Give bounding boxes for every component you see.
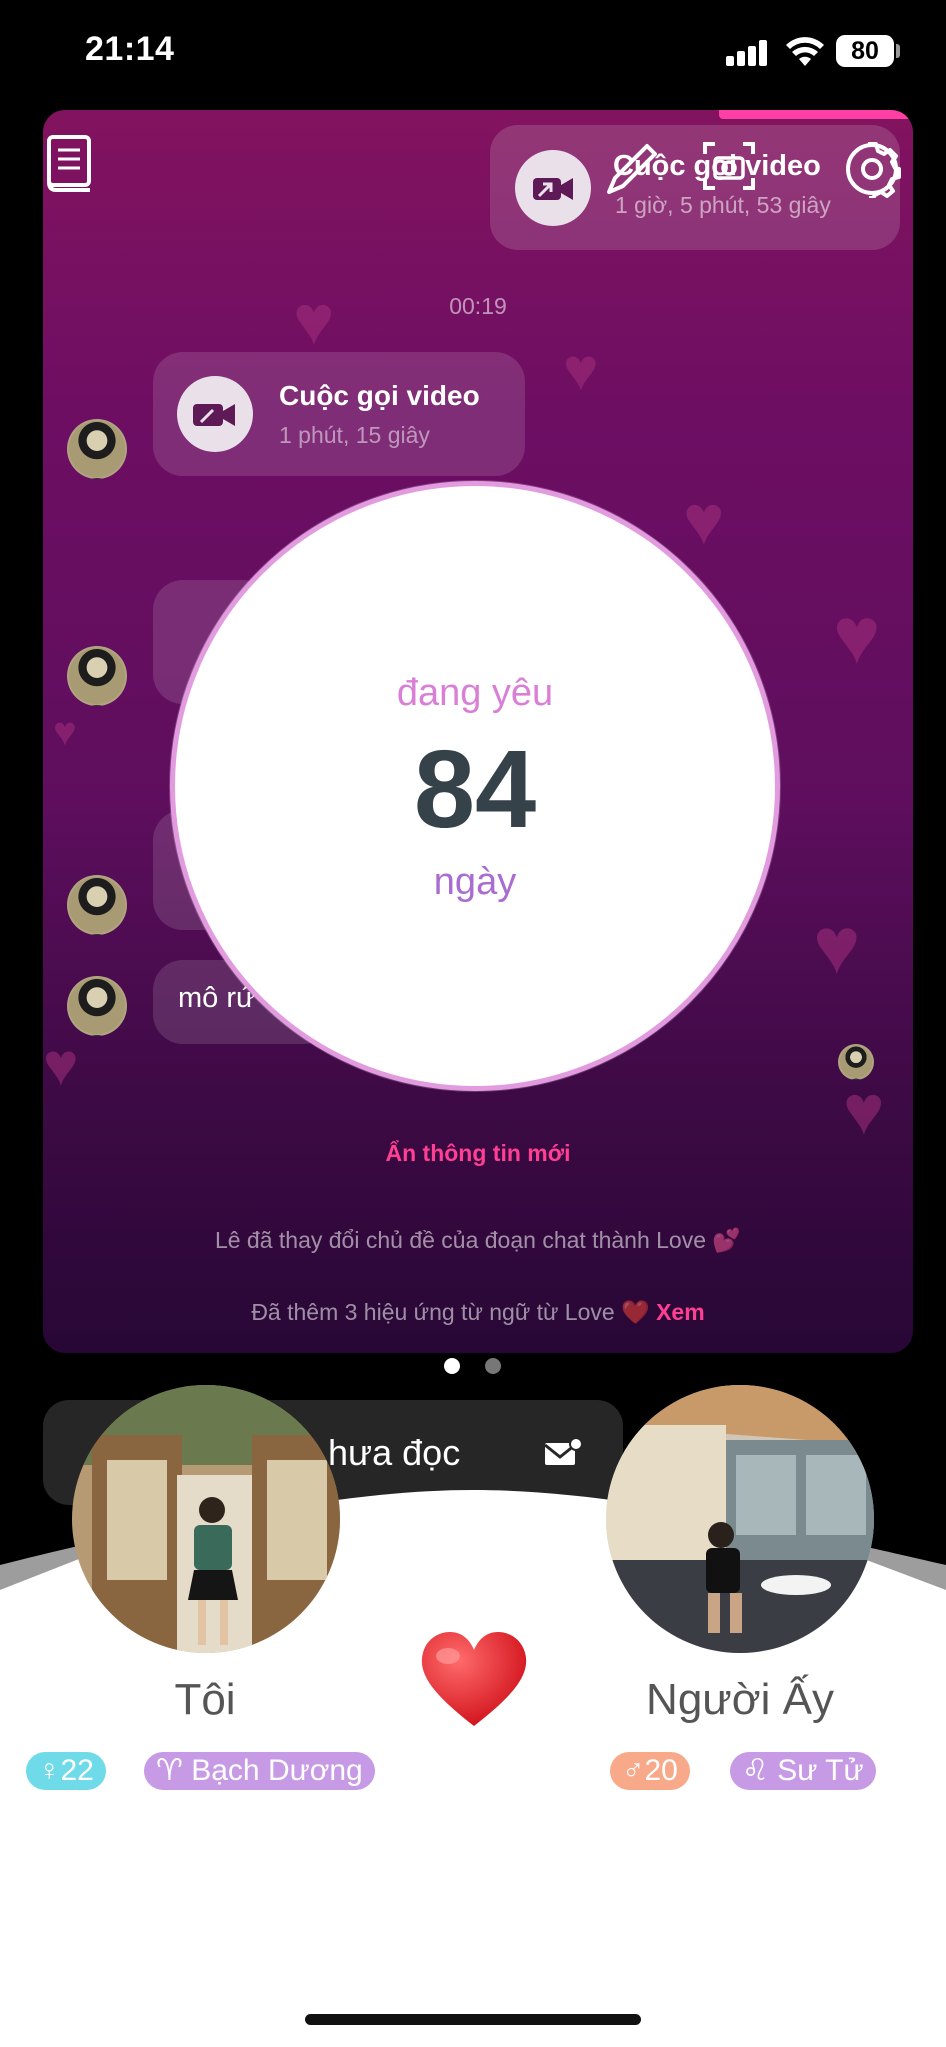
my-zodiac-tag: ♈ Bạch Dương: [144, 1752, 375, 1790]
book-icon[interactable]: [46, 134, 94, 194]
background-heart-icon: ♥: [683, 481, 725, 559]
edit-icon[interactable]: [603, 142, 659, 198]
love-counter-label: đang yêu: [396, 672, 554, 714]
background-heart-icon: ♥: [53, 710, 77, 754]
progress-bar: [719, 110, 913, 119]
sender-avatar[interactable]: [67, 419, 127, 479]
call-duration: 1 phút, 15 giây: [279, 422, 430, 448]
partner-avatar[interactable]: [606, 1385, 874, 1653]
background-heart-icon: ♥: [293, 281, 335, 359]
call-message-bubble[interactable]: Cuộc gọi video 1 phút, 15 giây: [153, 352, 525, 476]
effects-notice: Đã thêm 3 hiệu ứng từ ngữ từ Love ❤️ Xem: [43, 1299, 913, 1326]
sender-avatar[interactable]: [67, 976, 127, 1036]
pinned-call-bubble[interactable]: [490, 125, 900, 250]
video-call-icon: [515, 150, 591, 226]
effects-view-link[interactable]: Xem: [656, 1299, 705, 1325]
heart-icon: [421, 1632, 527, 1726]
love-counter-circle[interactable]: đang yêu 84 ngày: [170, 481, 780, 1091]
background-heart-icon: ♥: [563, 336, 599, 403]
partner-zodiac-tag: ♌ Sư Tử: [730, 1752, 876, 1790]
effects-notice-text: Đã thêm 3 hiệu ứng từ ngữ từ Love ❤️: [251, 1299, 650, 1325]
love-counter-days: 84: [413, 728, 537, 851]
background-heart-icon: ♥: [843, 1071, 885, 1149]
my-name: Tôi: [174, 1675, 236, 1724]
partner-age-tag: ♂20: [610, 1752, 690, 1790]
call-title: Cuộc gọi video: [279, 380, 480, 411]
signal-icon: [726, 40, 768, 66]
unread-label: hưa đọc: [328, 1432, 461, 1473]
status-bar: 21:14 80: [0, 0, 946, 110]
love-counter-unit: ngày: [433, 861, 517, 903]
page-dot[interactable]: [485, 1358, 501, 1374]
seen-avatar: [838, 1044, 874, 1080]
status-time: 21:14: [85, 30, 175, 68]
partner-name: Người Ấy: [646, 1675, 834, 1724]
theme-change-notice: Lê đã thay đổi chủ đề của đoạn chat thàn…: [214, 1227, 742, 1253]
page-dot-active[interactable]: [444, 1358, 460, 1374]
chat-timestamp: 00:19: [449, 293, 507, 319]
hide-new-info-link[interactable]: Ẩn thông tin mới: [43, 1140, 913, 1167]
message-text: mô rứ: [178, 982, 256, 1014]
camera-icon[interactable]: [701, 138, 757, 194]
gear-icon[interactable]: [843, 140, 901, 198]
video-call-icon: [177, 376, 253, 452]
home-indicator[interactable]: [305, 2014, 641, 2025]
battery-tip: [896, 44, 900, 58]
my-age-tag: ♀22: [26, 1752, 106, 1790]
sender-avatar[interactable]: [67, 875, 127, 935]
battery-indicator: 80: [836, 35, 894, 67]
background-heart-icon: ♥: [813, 901, 861, 990]
background-heart-icon: ♥: [833, 591, 881, 680]
sender-avatar[interactable]: [67, 646, 127, 706]
wifi-icon: [786, 37, 824, 66]
my-avatar[interactable]: [72, 1385, 340, 1653]
background-heart-icon: ♥: [43, 1031, 79, 1098]
mail-icon[interactable]: [543, 1437, 583, 1471]
